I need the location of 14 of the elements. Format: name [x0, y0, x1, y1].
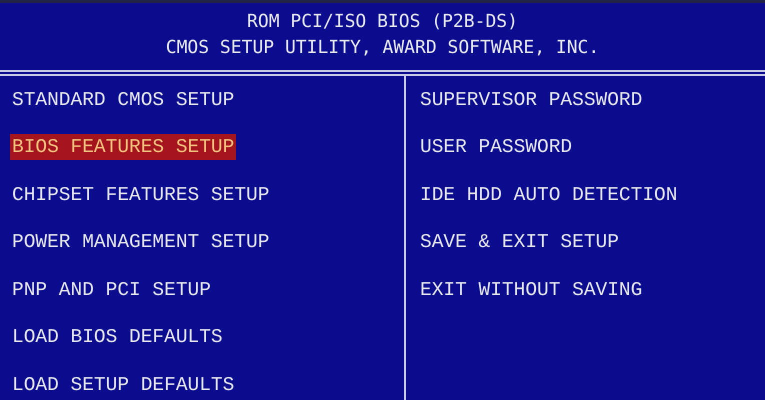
menu-item[interactable]: LOAD SETUP DEFAULTS	[10, 372, 236, 398]
menu-item[interactable]: BIOS FEATURES SETUP	[10, 134, 236, 160]
header-title: ROM PCI/ISO BIOS (P2B-DS)	[247, 10, 518, 34]
menu-item[interactable]: SAVE & EXIT SETUP	[418, 229, 621, 256]
menu-item[interactable]: IDE HDD AUTO DETECTION	[418, 182, 680, 208]
menu-item[interactable]: EXIT WITHOUT SAVING	[418, 276, 644, 303]
menu-item[interactable]: SUPERVISOR PASSWORD	[418, 86, 644, 113]
menu-item[interactable]: PNP AND PCI SETUP	[10, 276, 213, 303]
menu-item[interactable]: CHIPSET FEATURES SETUP	[10, 182, 272, 208]
menu-item[interactable]: STANDARD CMOS SETUP	[10, 86, 236, 113]
menu-item[interactable]: LOAD BIOS DEFAULTS	[10, 324, 225, 350]
menu-item[interactable]: POWER MANAGEMENT SETUP	[10, 229, 272, 256]
header-title: CMOS SETUP UTILITY, AWARD SOFTWARE, INC.	[166, 36, 600, 60]
menu-item[interactable]: USER PASSWORD	[418, 134, 574, 160]
